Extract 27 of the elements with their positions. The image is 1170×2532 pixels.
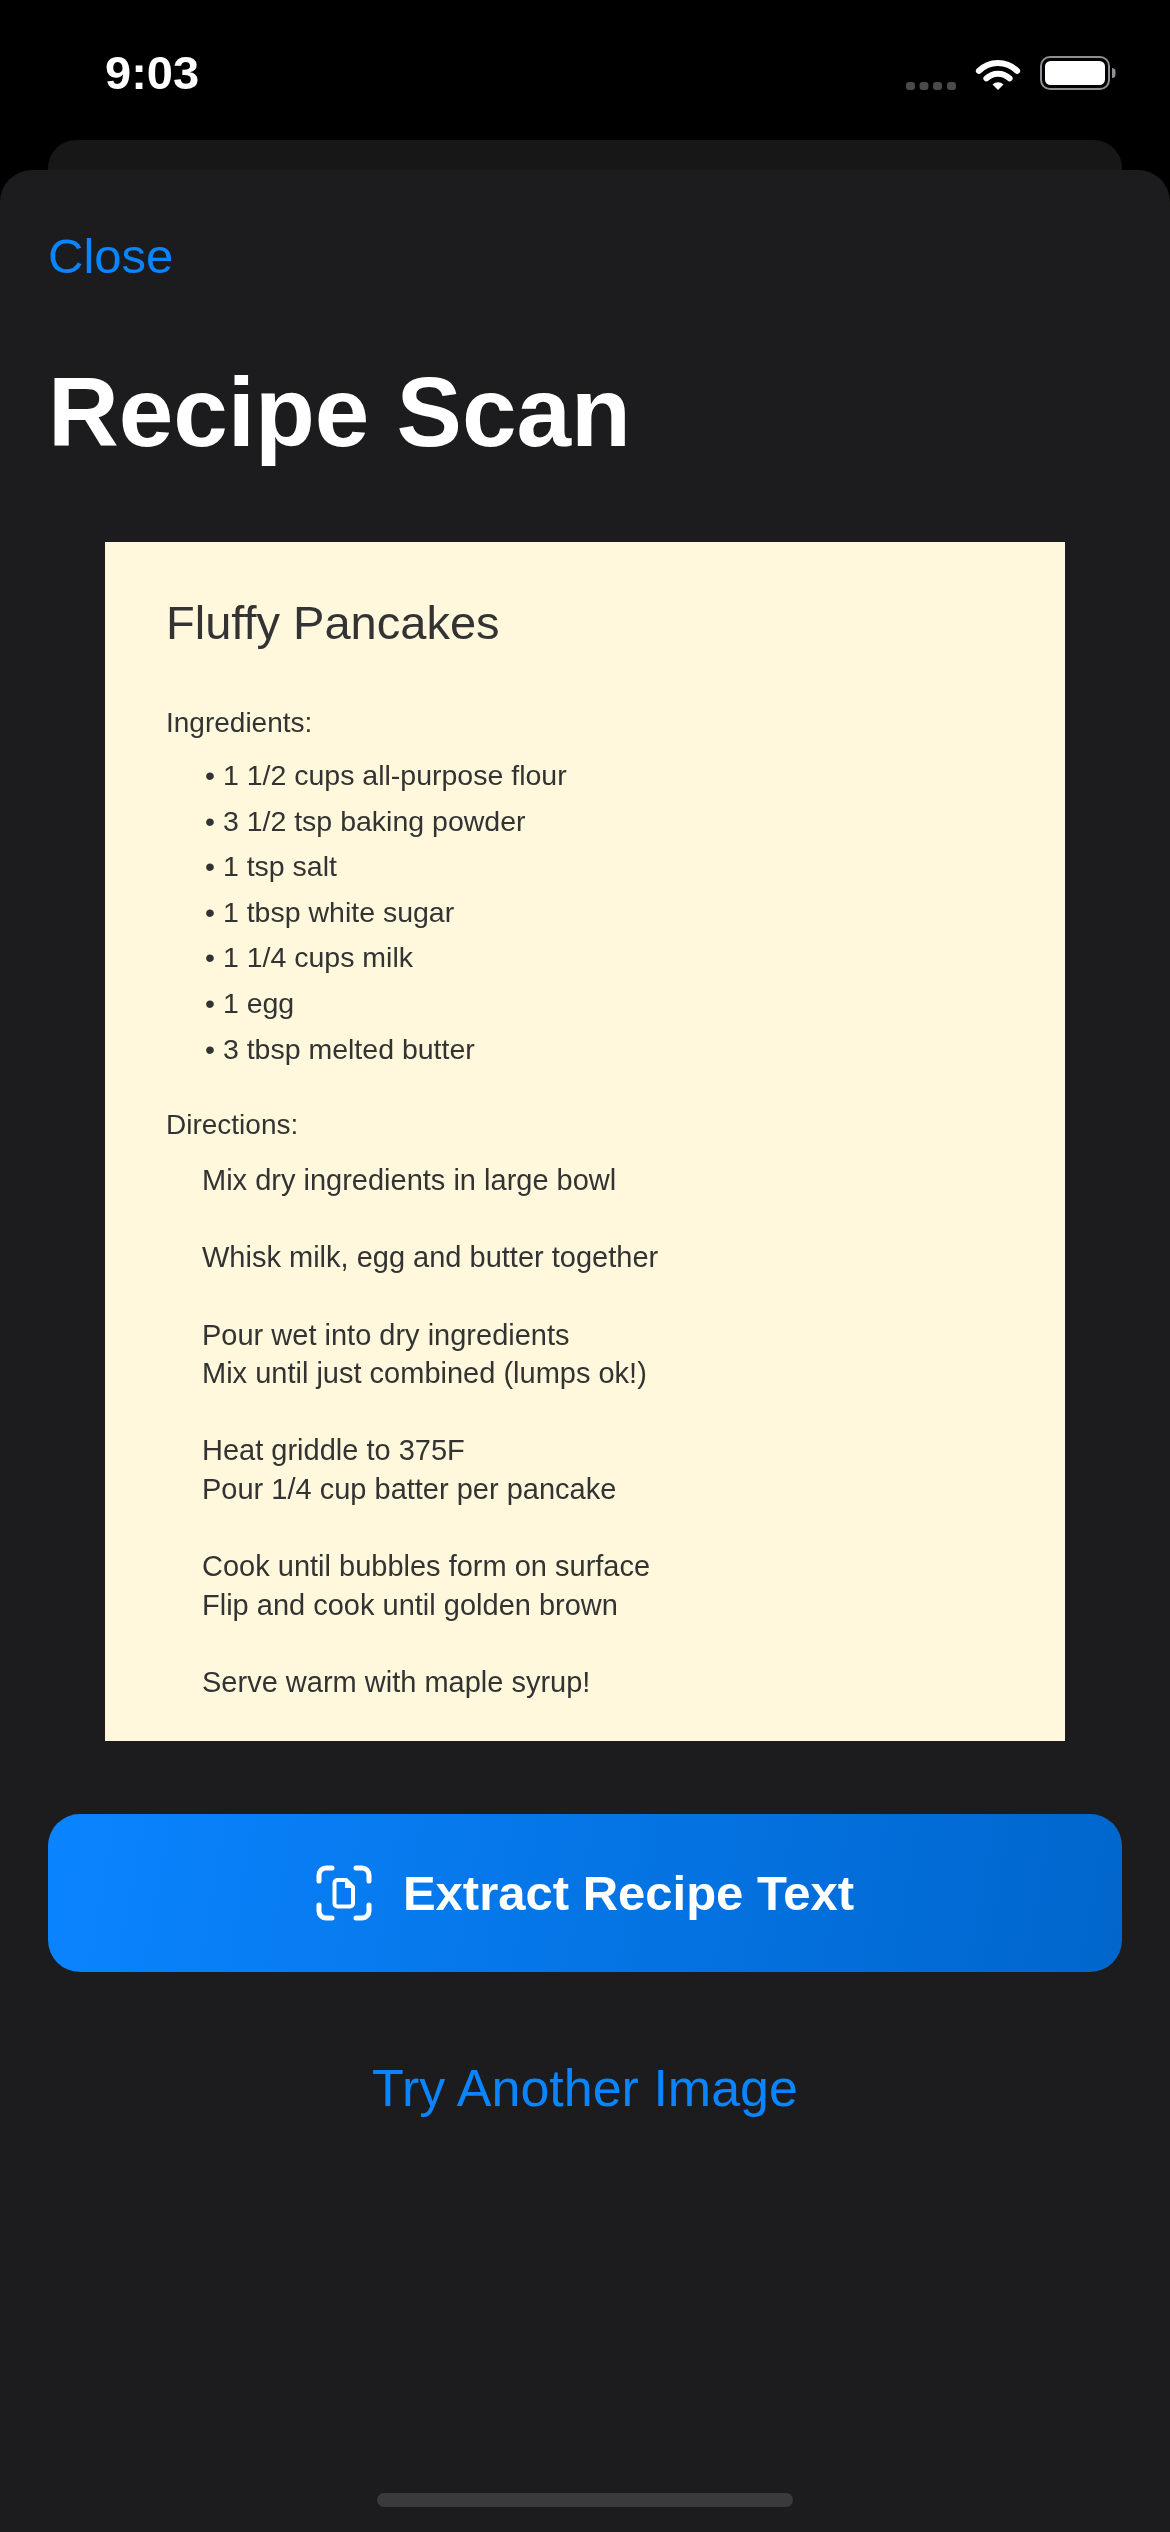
direction-line: Mix dry ingredients in large bowl [202, 1163, 618, 1199]
direction-line: Whisk milk, egg and butter together [202, 1240, 660, 1276]
try-another-image-button[interactable]: Try Another Image [372, 2057, 798, 2120]
extract-recipe-button[interactable]: Extract Recipe Text [48, 1814, 1122, 1973]
ingredient-item: • 1 1/4 cups milk [205, 940, 414, 976]
ingredients-heading: Ingredients: [166, 706, 314, 740]
direction-line: Heat griddle to 375F [202, 1433, 466, 1469]
page-title: Recipe Scan [48, 356, 631, 469]
direction-line: Mix until just combined (lumps ok!) [202, 1356, 648, 1392]
signal-icon [906, 82, 956, 90]
document-scan-icon [315, 1865, 372, 1922]
directions-heading: Directions: [166, 1108, 300, 1143]
ingredient-item: • 1 egg [205, 985, 296, 1021]
battery-icon [1040, 56, 1116, 90]
ingredient-item: • 1 1/2 cups all-purpose flour [205, 758, 568, 793]
ingredient-item: • 3 1/2 tsp baking powder [205, 803, 527, 839]
status-time: 9:03 [105, 45, 200, 101]
ingredient-item: • 1 tbsp white sugar [205, 894, 456, 930]
close-button[interactable]: Close [48, 228, 174, 284]
direction-line: Cook until bubbles form on surface [202, 1549, 652, 1585]
ingredient-item: • 1 tsp salt [205, 849, 338, 885]
direction-line: Pour 1/4 cup batter per pancake [202, 1471, 618, 1507]
direction-line: Pour wet into dry ingredients [202, 1317, 571, 1353]
recipe-title: Fluffy Pancakes [166, 595, 501, 651]
direction-line: Flip and cook until golden brown [202, 1587, 619, 1623]
direction-line: Serve warm with maple syrup! [202, 1664, 592, 1700]
ingredient-item: • 3 tbsp melted butter [205, 1031, 476, 1067]
